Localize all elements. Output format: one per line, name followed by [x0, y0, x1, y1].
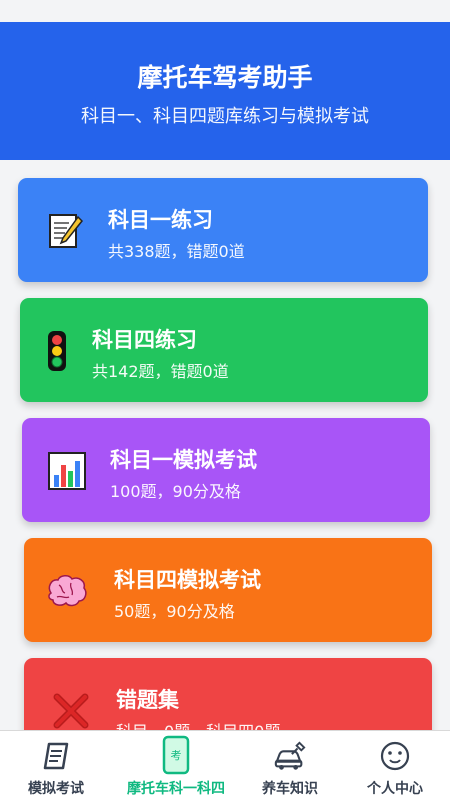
exam-phone-icon: 考 [161, 735, 191, 775]
card-subtitle: 共142题，错题0道 [92, 362, 229, 381]
card-subtitle: 共338题，错题0道 [108, 242, 245, 261]
tab-label: 摩托车科一科四 [127, 781, 225, 797]
bottom-tab-bar: 模拟考试 考 摩托车科一科四 养车知识 个人中心 [0, 730, 450, 800]
page-title: 摩托车驾考助手 [137, 63, 313, 92]
car-wrench-icon [273, 739, 307, 773]
traffic-light-icon [32, 326, 82, 376]
card-title: 科目四模拟考试 [114, 568, 261, 592]
app-header: 摩托车驾考助手 科目一、科目四题库练习与模拟考试 [0, 22, 450, 160]
card-subtitle: 100题，90分及格 [110, 482, 241, 501]
cross-mark-icon [46, 686, 96, 736]
card-subject1-practice[interactable]: 科目一练习 共338题，错题0道 [18, 178, 428, 282]
card-title: 科目一练习 [108, 208, 213, 232]
tab-car-maintenance[interactable]: 养车知识 [240, 731, 340, 800]
card-subject4-practice[interactable]: 科目四练习 共142题，错题0道 [20, 298, 428, 402]
svg-text:考: 考 [171, 749, 182, 762]
brain-icon [42, 566, 92, 616]
card-title: 科目四练习 [92, 328, 197, 352]
tab-label: 模拟考试 [28, 781, 84, 797]
card-subtitle: 50题，90分及格 [114, 602, 235, 621]
face-icon [378, 739, 412, 773]
bar-chart-icon [42, 446, 92, 496]
tab-moto-subject1-4[interactable]: 考 摩托车科一科四 [112, 731, 240, 800]
card-subject4-mock-exam[interactable]: 科目四模拟考试 50题，90分及格 [24, 538, 432, 642]
card-title: 错题集 [116, 688, 179, 712]
tab-label: 个人中心 [367, 781, 423, 797]
page-subtitle: 科目一、科目四题库练习与模拟考试 [81, 106, 369, 127]
tab-mock-exam[interactable]: 模拟考试 [0, 731, 112, 800]
card-title: 科目一模拟考试 [110, 448, 257, 472]
status-bar [0, 0, 450, 22]
notepad-pencil-icon [40, 206, 90, 256]
tab-label: 养车知识 [262, 781, 318, 797]
notebook-icon [39, 739, 73, 773]
card-subject1-mock-exam[interactable]: 科目一模拟考试 100题，90分及格 [22, 418, 430, 522]
tab-profile[interactable]: 个人中心 [340, 731, 450, 800]
